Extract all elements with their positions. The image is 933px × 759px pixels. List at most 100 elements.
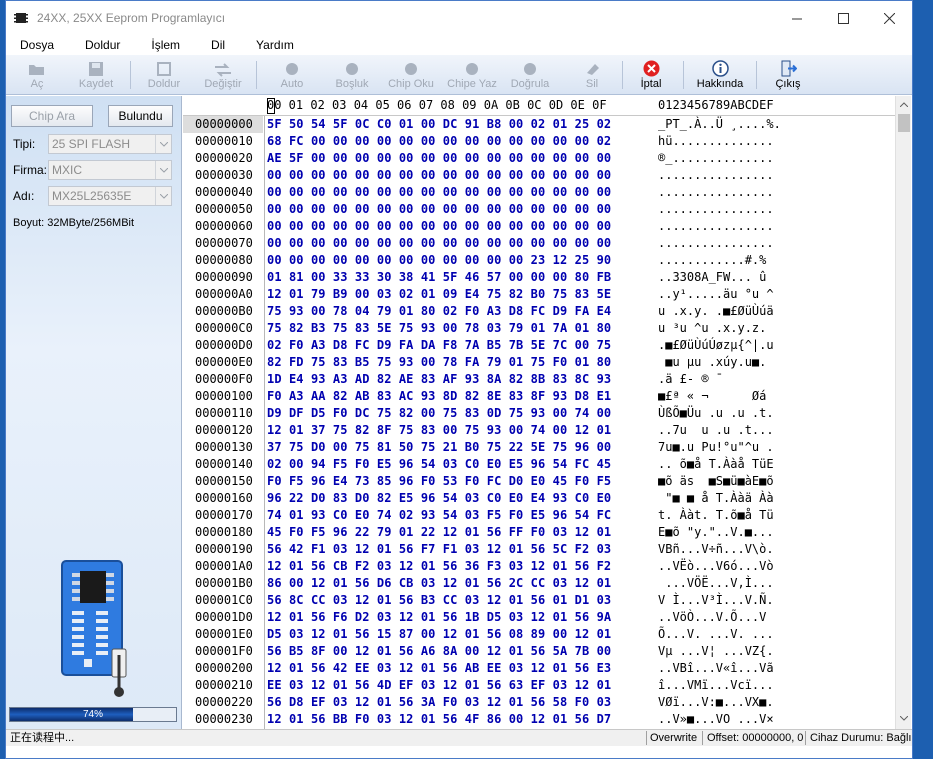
row-ascii[interactable]: ..y¹.....äu °u ^ xyxy=(658,286,774,303)
hex-row[interactable]: 00000000 5F 50 54 5F 0C C0 01 00 DC 91 B8… xyxy=(183,116,895,133)
row-ascii[interactable]: 7u■.u Pu!°u"^u . xyxy=(658,439,774,456)
row-ascii[interactable]: VØï...V:■...VX■. xyxy=(658,694,774,711)
hex-row[interactable]: 000000D0 02 F0 A3 D8 FC D9 FA DA F8 7A B5… xyxy=(183,337,895,354)
row-hex-bytes[interactable]: AE 5F 00 00 00 00 00 00 00 00 00 00 00 0… xyxy=(267,150,611,167)
hex-row[interactable]: 00000030 00 00 00 00 00 00 00 00 00 00 00… xyxy=(183,167,895,184)
row-hex-bytes[interactable]: 86 00 12 01 56 D6 CB 03 12 01 56 2C CC 0… xyxy=(267,575,611,592)
hex-row[interactable]: 00000010 68 FC 00 00 00 00 00 00 00 00 00… xyxy=(183,133,895,150)
row-hex-bytes[interactable]: 12 01 37 75 82 8F 75 83 00 75 93 00 74 0… xyxy=(267,422,611,439)
auto-button[interactable]: Auto xyxy=(274,55,310,95)
hex-row[interactable]: 00000120 12 01 37 75 82 8F 75 83 00 75 93… xyxy=(183,422,895,439)
row-hex-bytes[interactable]: 75 82 B3 75 83 5E 75 93 00 78 03 79 01 7… xyxy=(267,320,611,337)
menu-dosya[interactable]: Dosya xyxy=(20,38,54,52)
erase-button[interactable]: Sil xyxy=(581,55,603,95)
row-hex-bytes[interactable]: 56 D8 EF 03 12 01 56 3A F0 03 12 01 56 5… xyxy=(267,694,611,711)
row-ascii[interactable]: ■õ äs ■S■ü■àE■õ xyxy=(658,473,774,490)
row-ascii[interactable]: ■£ª « ¬ Øá xyxy=(658,388,766,405)
row-ascii[interactable]: _PT_.À..Ü ¸....%. xyxy=(658,116,781,133)
row-hex-bytes[interactable]: 00 00 00 00 00 00 00 00 00 00 00 00 00 0… xyxy=(267,218,611,235)
row-hex-bytes[interactable]: 12 01 56 F6 D2 03 12 01 56 1B D5 03 12 0… xyxy=(267,609,611,626)
vertical-scrollbar[interactable] xyxy=(895,96,911,729)
row-hex-bytes[interactable]: 00 00 00 00 00 00 00 00 00 00 00 00 00 0… xyxy=(267,201,611,218)
row-ascii[interactable]: u .x.y. .■£ØüÙúä xyxy=(658,303,774,320)
row-hex-bytes[interactable]: 12 01 79 B9 00 03 02 01 09 E4 75 82 B0 7… xyxy=(267,286,611,303)
hex-row[interactable]: 00000150 F0 F5 96 E4 73 85 96 F0 53 F0 FC… xyxy=(183,473,895,490)
row-hex-bytes[interactable]: 96 22 D0 83 D0 82 E5 96 54 03 C0 E0 E4 9… xyxy=(267,490,611,507)
row-ascii[interactable]: ................ xyxy=(658,235,774,252)
chip-write-button[interactable]: Chipe Yaz xyxy=(446,55,498,95)
hex-row[interactable]: 00000020 AE 5F 00 00 00 00 00 00 00 00 00… xyxy=(183,150,895,167)
row-hex-bytes[interactable]: 02 00 94 F5 F0 E5 96 54 03 C0 E0 E5 96 5… xyxy=(267,456,611,473)
hex-row[interactable]: 000001B0 86 00 12 01 56 D6 CB 03 12 01 56… xyxy=(183,575,895,592)
minimize-button[interactable] xyxy=(774,1,820,35)
row-ascii[interactable]: V Ì...V³Ì...V.Ñ. xyxy=(658,592,774,609)
row-ascii[interactable]: î...VMï...Vcï... xyxy=(658,677,774,694)
hex-row[interactable]: 000001E0 D5 03 12 01 56 15 87 00 12 01 56… xyxy=(183,626,895,643)
cancel-button[interactable]: İptal xyxy=(638,55,664,95)
row-hex-bytes[interactable]: 37 75 D0 00 75 81 50 75 21 B0 75 22 5E 7… xyxy=(267,439,611,456)
scroll-thumb[interactable] xyxy=(898,114,910,132)
row-hex-bytes[interactable]: 45 F0 F5 96 22 79 01 22 12 01 56 FF F0 0… xyxy=(267,524,611,541)
company-select[interactable]: MXIC xyxy=(48,160,172,180)
hex-row[interactable]: 000001A0 12 01 56 CB F2 03 12 01 56 36 F3… xyxy=(183,558,895,575)
scroll-up-button[interactable] xyxy=(896,96,912,113)
hex-row[interactable]: 00000130 37 75 D0 00 75 81 50 75 21 B0 75… xyxy=(183,439,895,456)
row-ascii[interactable]: ■u µu .xúy.u■. xyxy=(658,354,766,371)
row-hex-bytes[interactable]: 00 00 00 00 00 00 00 00 00 00 00 00 23 1… xyxy=(267,252,611,269)
row-ascii[interactable]: ...VÖË...V,Ì... xyxy=(658,575,773,592)
row-ascii[interactable]: ................ xyxy=(658,184,774,201)
menu-doldur[interactable]: Doldur xyxy=(85,38,120,52)
hex-row[interactable]: 000000E0 82 FD 75 83 B5 75 93 00 78 FA 79… xyxy=(183,354,895,371)
row-ascii[interactable]: VBñ...V÷ñ...V\ò. xyxy=(658,541,774,558)
hex-row[interactable]: 000000F0 1D E4 93 A3 AD 82 AE 83 AF 93 8A… xyxy=(183,371,895,388)
hex-row[interactable]: 00000050 00 00 00 00 00 00 00 00 00 00 00… xyxy=(183,201,895,218)
row-ascii[interactable]: ÙßÕ■Üu .u .u .t. xyxy=(658,405,774,422)
hex-row[interactable]: 000001C0 56 8C CC 03 12 01 56 B3 CC 03 12… xyxy=(183,592,895,609)
row-hex-bytes[interactable]: 00 00 00 00 00 00 00 00 00 00 00 00 00 0… xyxy=(267,184,611,201)
row-ascii[interactable]: ................ xyxy=(658,201,774,218)
exit-button[interactable]: Çıkış xyxy=(772,55,804,95)
found-button[interactable]: Bulundu xyxy=(108,105,173,127)
hex-row[interactable]: 000000A0 12 01 79 B9 00 03 02 01 09 E4 75… xyxy=(183,286,895,303)
row-ascii[interactable]: Vµ ...V¦ ...VZ{. xyxy=(658,643,774,660)
hex-row[interactable]: 00000090 01 81 00 33 33 30 38 41 5F 46 57… xyxy=(183,269,895,286)
hex-row[interactable]: 00000220 56 D8 EF 03 12 01 56 3A F0 03 12… xyxy=(183,694,895,711)
hex-row[interactable]: 00000160 96 22 D0 83 D0 82 E5 96 54 03 C0… xyxy=(183,490,895,507)
scroll-down-button[interactable] xyxy=(896,710,912,727)
row-ascii[interactable]: ..V»■...VO ...V× xyxy=(658,711,774,728)
row-hex-bytes[interactable]: 68 FC 00 00 00 00 00 00 00 00 00 00 00 0… xyxy=(267,133,611,150)
row-hex-bytes[interactable]: 12 01 56 CB F2 03 12 01 56 36 F3 03 12 0… xyxy=(267,558,611,575)
hex-row[interactable]: 000001F0 56 B5 8F 00 12 01 56 A6 8A 00 12… xyxy=(183,643,895,660)
close-button[interactable] xyxy=(866,1,912,35)
row-hex-bytes[interactable]: D9 DF D5 F0 DC 75 82 00 75 83 0D 75 93 0… xyxy=(267,405,611,422)
open-button[interactable]: Aç xyxy=(20,55,54,95)
row-hex-bytes[interactable]: 00 00 00 00 00 00 00 00 00 00 00 00 00 0… xyxy=(267,235,611,252)
name-select[interactable]: MX25L25635E xyxy=(48,186,172,206)
row-hex-bytes[interactable]: 56 8C CC 03 12 01 56 B3 CC 03 12 01 56 0… xyxy=(267,592,611,609)
hex-row[interactable]: 00000180 45 F0 F5 96 22 79 01 22 12 01 56… xyxy=(183,524,895,541)
maximize-button[interactable] xyxy=(820,1,866,35)
row-ascii[interactable]: E■õ "y."..V.■... xyxy=(658,524,774,541)
row-ascii[interactable]: u ³u ^u .x.y.z. xyxy=(658,320,766,337)
chip-search-button[interactable]: Chip Ara xyxy=(11,105,93,127)
hex-row[interactable]: 00000190 56 42 F1 03 12 01 56 F7 F1 03 12… xyxy=(183,541,895,558)
row-hex-bytes[interactable]: 1D E4 93 A3 AD 82 AE 83 AF 93 8A 82 8B 8… xyxy=(267,371,611,388)
row-hex-bytes[interactable]: F0 F5 96 E4 73 85 96 F0 53 F0 FC D0 E0 4… xyxy=(267,473,611,490)
menu-dil[interactable]: Dil xyxy=(211,38,225,52)
row-hex-bytes[interactable]: 56 42 F1 03 12 01 56 F7 F1 03 12 01 56 5… xyxy=(267,541,611,558)
hex-row[interactable]: 000000C0 75 82 B3 75 83 5E 75 93 00 78 03… xyxy=(183,320,895,337)
row-ascii[interactable]: ..3308A_FW... û xyxy=(658,269,766,286)
row-hex-bytes[interactable]: 82 FD 75 83 B5 75 93 00 78 FA 79 01 75 F… xyxy=(267,354,611,371)
about-button[interactable]: Hakkında xyxy=(694,55,746,95)
row-hex-bytes[interactable]: 75 93 00 78 04 79 01 80 02 F0 A3 D8 FC D… xyxy=(267,303,611,320)
row-ascii[interactable]: ..VöÒ...V.Õ...V xyxy=(658,609,766,626)
row-ascii[interactable]: .ä £- ® ¯ xyxy=(658,371,723,388)
row-hex-bytes[interactable]: D5 03 12 01 56 15 87 00 12 01 56 08 89 0… xyxy=(267,626,611,643)
row-ascii[interactable]: "■ ■ å T.Ààä Àà xyxy=(658,490,773,507)
hex-rows[interactable]: 00000000 5F 50 54 5F 0C C0 01 00 DC 91 B8… xyxy=(183,116,895,729)
row-ascii[interactable]: ..VËò...V6ó...Vò xyxy=(658,558,774,575)
fill-button[interactable]: Doldur xyxy=(144,55,184,95)
hex-row[interactable]: 00000230 12 01 56 BB F0 03 12 01 56 4F 86… xyxy=(183,711,895,728)
row-hex-bytes[interactable]: 02 F0 A3 D8 FC D9 FA DA F8 7A B5 7B 5E 7… xyxy=(267,337,611,354)
hex-row[interactable]: 00000110 D9 DF D5 F0 DC 75 82 00 75 83 0D… xyxy=(183,405,895,422)
